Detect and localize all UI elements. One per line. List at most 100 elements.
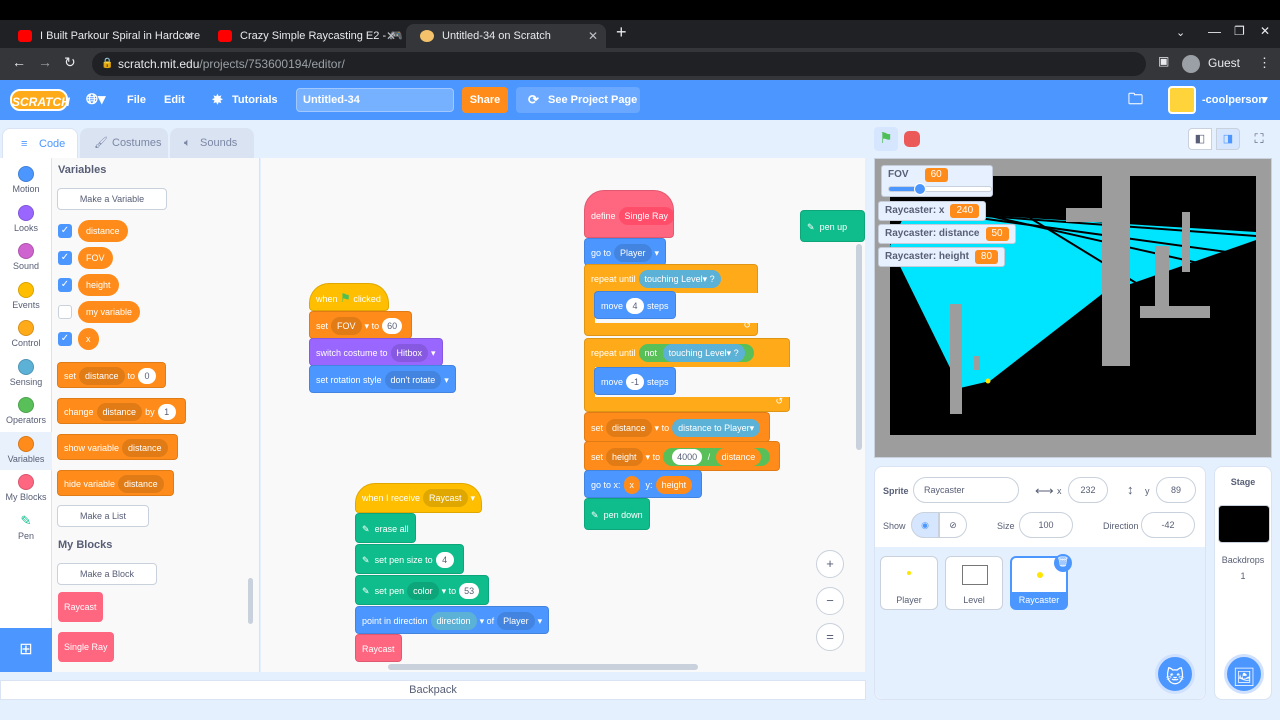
variable-reporter[interactable]: x [78,328,99,350]
tab-sounds[interactable]: 🔈︎ Sounds [170,128,254,158]
size-input[interactable]: 100 [1019,512,1073,538]
go-to-player-block[interactable]: go to Player ▾ [584,238,667,266]
point-in-direction-block[interactable]: point in direction direction ▾ of Player ▾ [355,606,550,634]
browser-tab-2[interactable]: Crazy Simple Raycasting E2 - 🎮 ✕ [204,24,404,48]
make-block-button[interactable]: Make a Block [57,563,157,585]
set-pen-color-block[interactable]: ✎ set pen color ▾ to 53 [355,575,490,605]
backdrop-thumbnail[interactable] [1218,505,1270,543]
script-area[interactable] [261,158,865,672]
category-my-blocks[interactable]: My Blocks [0,470,52,508]
minimize-icon[interactable]: — [1208,24,1221,39]
change-variable-block[interactable]: change distance by 1 [57,398,186,424]
variable-reporter[interactable]: FOV [78,247,113,269]
tab-code[interactable]: ≡ Code [2,128,78,158]
monitor-fov[interactable]: FOV 60 [881,165,993,197]
large-stage-button[interactable]: ◨ [1216,128,1240,150]
fullscreen-icon[interactable]: ⛶ [1248,128,1270,150]
zoom-in-button[interactable]: + [816,550,844,578]
globe-icon[interactable]: 🌐︎▾ [86,80,106,120]
set-variable-block[interactable]: set distance to 0 [57,362,167,388]
variable-checkbox[interactable]: ✓ [58,224,72,238]
variable-checkbox[interactable]: ✓ [58,251,72,265]
script-horizontal-scrollbar[interactable] [388,664,698,670]
category-variables[interactable]: Variables [0,431,52,470]
category-sensing[interactable]: Sensing [0,355,52,393]
show-visible-button[interactable]: ◉ [911,512,939,538]
define-single-ray-block[interactable]: define Single Ray [584,190,675,238]
variable-checkbox[interactable]: ✓ [58,332,72,346]
variable-checkbox[interactable]: ✓ [58,278,72,292]
custom-block-single-ray[interactable]: Single Ray [58,632,114,662]
small-stage-button[interactable]: ◧ [1188,128,1212,150]
category-pen[interactable]: ✎ Pen [0,509,52,547]
tab-list-icon[interactable]: ⌄ [1176,26,1185,39]
my-stuff-folder-icon[interactable]: 🗀 [1128,80,1143,120]
set-distance-block[interactable]: set distance ▾ to distance to Player▾ [584,412,771,442]
script-vertical-scrollbar[interactable] [856,244,862,450]
move-minus1-block[interactable]: move -1 steps [594,367,676,395]
window-close-icon[interactable]: ✕ [1260,24,1270,38]
sidepanel-icon[interactable]: ▣ [1158,54,1169,68]
reload-icon[interactable]: ↻ [64,54,76,71]
forward-icon[interactable]: → [38,54,52,70]
custom-block-raycast[interactable]: Raycast [58,592,103,622]
stop-button[interactable] [904,131,920,147]
close-icon[interactable]: ✕ [184,24,194,48]
when-i-receive-block[interactable]: when I receive Raycast ▾ [355,483,483,513]
variable-checkbox[interactable] [58,305,72,319]
erase-all-block[interactable]: ✎ erase all [355,513,416,543]
move-4-block[interactable]: move 4 steps [594,291,676,319]
category-motion[interactable]: Motion [0,162,52,200]
green-flag-button[interactable]: ⚑ [874,127,898,151]
username-menu[interactable]: -coolperson [1202,80,1265,120]
backpack-bar[interactable]: Backpack [0,680,866,700]
browser-tab-1[interactable]: I Built Parkour Spiral in Hardcore ✕ [4,24,202,48]
zoom-out-button[interactable]: − [816,587,844,615]
category-control[interactable]: Control [0,316,52,354]
profile-label[interactable]: Guest [1208,56,1240,70]
tab-costumes[interactable]: 🖌︎ Costumes [80,128,168,158]
show-variable-block[interactable]: show variable distance [57,434,178,460]
direction-input[interactable]: -42 [1141,512,1195,538]
choose-backdrop-button[interactable]: 🖼︎ [1224,654,1264,694]
new-tab-button[interactable]: + [616,22,627,43]
stage[interactable]: FOV 60 Raycaster: x 240 Raycaster: distanc… [874,158,1272,458]
variable-reporter[interactable]: height [78,274,119,296]
tutorials-button[interactable]: Tutorials [232,80,278,120]
hide-variable-block[interactable]: hide variable distance [57,470,174,496]
zoom-reset-button[interactable]: = [816,623,844,651]
category-looks[interactable]: Looks [0,201,52,239]
go-to-xy-block[interactable]: go to x: x y: height [584,470,703,498]
palette-scrollbar[interactable] [248,578,253,624]
edit-menu[interactable]: Edit [164,80,185,120]
file-menu[interactable]: File [127,80,146,120]
add-extension-button[interactable]: ⊞ [0,628,52,672]
set-height-block[interactable]: set height ▾ to 4000 / distance [584,441,781,471]
profile-avatar-icon[interactable] [1182,55,1200,73]
sprite-card-raycaster[interactable]: Raycaster 🗑︎ [1010,554,1072,610]
see-project-page-button[interactable]: ⟳ See Project Page [516,87,640,113]
pen-down-block[interactable]: ✎ pen down [584,498,650,530]
category-sound[interactable]: Sound [0,239,52,277]
make-variable-button[interactable]: Make a Variable [57,188,167,210]
choose-sprite-button[interactable]: 🐱︎ [1155,654,1195,694]
rotation-style-block[interactable]: set rotation style don't rotate ▾ [309,365,456,393]
show-hidden-button[interactable]: ⊘ [939,512,967,538]
project-title-input[interactable]: Untitled-34 [296,88,454,112]
set-pen-size-block[interactable]: ✎ set pen size to 4 [355,544,464,574]
url-input[interactable]: 🔒 scratch.mit.edu/projects/753600194/edi… [92,52,1146,76]
y-input[interactable]: 89 [1156,477,1196,503]
browser-tab-3[interactable]: Untitled-34 on Scratch ✕ [406,24,606,48]
scratch-logo[interactable]: SCRATCH [10,89,70,111]
close-icon[interactable]: ✕ [386,24,396,48]
raycast-call-block[interactable]: Raycast [355,634,402,662]
pen-up-block[interactable]: ✎ pen up [800,210,865,242]
chevron-down-icon[interactable]: ▾ [1262,80,1268,120]
x-input[interactable]: 232 [1068,477,1108,503]
sprite-card-player[interactable]: Player [880,556,938,610]
sprite-name-input[interactable]: Raycaster [913,477,1019,503]
variable-reporter[interactable]: distance [78,220,128,242]
make-list-button[interactable]: Make a List [57,505,149,527]
category-operators[interactable]: Operators [0,393,52,431]
when-flag-clicked-block[interactable]: when ⚑ clicked [309,283,389,311]
